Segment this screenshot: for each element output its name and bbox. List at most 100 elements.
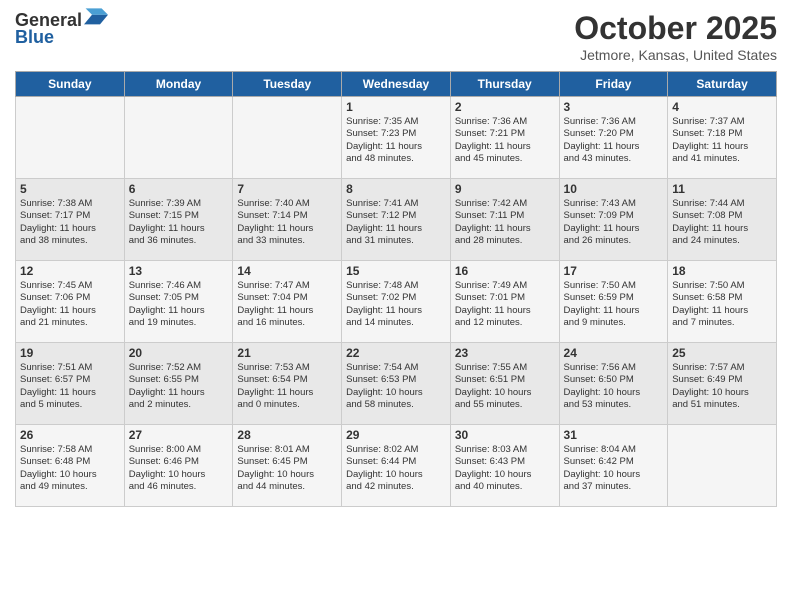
day-number: 10 <box>564 182 664 196</box>
logo-icon <box>84 6 108 30</box>
day-number: 2 <box>455 100 555 114</box>
calendar-cell <box>16 97 125 179</box>
day-info: Sunrise: 7:57 AM Sunset: 6:49 PM Dayligh… <box>672 362 772 411</box>
calendar-cell: 7 Sunrise: 7:40 AM Sunset: 7:14 PM Daylig… <box>233 179 342 261</box>
calendar-cell: 18 Sunrise: 7:50 AM Sunset: 6:58 PM Dayli… <box>668 261 777 343</box>
header-sunday: Sunday <box>16 72 125 97</box>
day-number: 3 <box>564 100 664 114</box>
day-number: 4 <box>672 100 772 114</box>
day-number: 16 <box>455 264 555 278</box>
header: General Blue October 2025 Jetmore, Kansa… <box>15 10 777 63</box>
day-info: Sunrise: 8:04 AM Sunset: 6:42 PM Dayligh… <box>564 444 664 493</box>
day-info: Sunrise: 7:52 AM Sunset: 6:55 PM Dayligh… <box>129 362 229 411</box>
header-tuesday: Tuesday <box>233 72 342 97</box>
day-number: 22 <box>346 346 446 360</box>
day-info: Sunrise: 7:44 AM Sunset: 7:08 PM Dayligh… <box>672 198 772 247</box>
calendar-cell: 21 Sunrise: 7:53 AM Sunset: 6:54 PM Dayli… <box>233 343 342 425</box>
day-info: Sunrise: 7:39 AM Sunset: 7:15 PM Dayligh… <box>129 198 229 247</box>
calendar-cell: 11 Sunrise: 7:44 AM Sunset: 7:08 PM Dayli… <box>668 179 777 261</box>
day-number: 5 <box>20 182 120 196</box>
day-info: Sunrise: 8:02 AM Sunset: 6:44 PM Dayligh… <box>346 444 446 493</box>
calendar-week-2: 12 Sunrise: 7:45 AM Sunset: 7:06 PM Dayli… <box>16 261 777 343</box>
day-info: Sunrise: 7:40 AM Sunset: 7:14 PM Dayligh… <box>237 198 337 247</box>
day-number: 28 <box>237 428 337 442</box>
calendar-cell: 19Sunrise: 7:51 AM Sunset: 6:57 PM Dayli… <box>16 343 125 425</box>
calendar-cell: 4 Sunrise: 7:37 AM Sunset: 7:18 PM Daylig… <box>668 97 777 179</box>
calendar-cell: 22 Sunrise: 7:54 AM Sunset: 6:53 PM Dayli… <box>342 343 451 425</box>
day-info: Sunrise: 7:43 AM Sunset: 7:09 PM Dayligh… <box>564 198 664 247</box>
location: Jetmore, Kansas, United States <box>574 47 777 63</box>
day-number: 11 <box>672 182 772 196</box>
day-info: Sunrise: 7:36 AM Sunset: 7:21 PM Dayligh… <box>455 116 555 165</box>
day-number: 12 <box>20 264 120 278</box>
day-info: Sunrise: 7:50 AM Sunset: 6:58 PM Dayligh… <box>672 280 772 329</box>
calendar-cell: 17Sunrise: 7:50 AM Sunset: 6:59 PM Dayli… <box>559 261 668 343</box>
calendar-cell: 24 Sunrise: 7:56 AM Sunset: 6:50 PM Dayli… <box>559 343 668 425</box>
day-info: Sunrise: 7:56 AM Sunset: 6:50 PM Dayligh… <box>564 362 664 411</box>
day-number: 1 <box>346 100 446 114</box>
day-info: Sunrise: 7:38 AM Sunset: 7:17 PM Dayligh… <box>20 198 120 247</box>
calendar-cell: 28 Sunrise: 8:01 AM Sunset: 6:45 PM Dayli… <box>233 425 342 507</box>
day-info: Sunrise: 7:49 AM Sunset: 7:01 PM Dayligh… <box>455 280 555 329</box>
calendar-cell: 15Sunrise: 7:48 AM Sunset: 7:02 PM Dayli… <box>342 261 451 343</box>
day-info: Sunrise: 7:53 AM Sunset: 6:54 PM Dayligh… <box>237 362 337 411</box>
calendar-cell: 29 Sunrise: 8:02 AM Sunset: 6:44 PM Dayli… <box>342 425 451 507</box>
calendar-header-row: Sunday Monday Tuesday Wednesday Thursday… <box>16 72 777 97</box>
day-number: 14 <box>237 264 337 278</box>
calendar: Sunday Monday Tuesday Wednesday Thursday… <box>15 71 777 507</box>
day-number: 6 <box>129 182 229 196</box>
day-info: Sunrise: 7:51 AM Sunset: 6:57 PM Dayligh… <box>20 362 120 411</box>
day-number: 18 <box>672 264 772 278</box>
day-number: 9 <box>455 182 555 196</box>
calendar-cell: 20 Sunrise: 7:52 AM Sunset: 6:55 PM Dayli… <box>124 343 233 425</box>
day-number: 27 <box>129 428 229 442</box>
calendar-cell: 2 Sunrise: 7:36 AM Sunset: 7:21 PM Daylig… <box>450 97 559 179</box>
day-number: 21 <box>237 346 337 360</box>
calendar-cell: 1Sunrise: 7:35 AM Sunset: 7:23 PM Daylig… <box>342 97 451 179</box>
day-number: 17 <box>564 264 664 278</box>
calendar-cell: 30 Sunrise: 8:03 AM Sunset: 6:43 PM Dayli… <box>450 425 559 507</box>
calendar-cell <box>233 97 342 179</box>
calendar-cell: 6 Sunrise: 7:39 AM Sunset: 7:15 PM Daylig… <box>124 179 233 261</box>
header-saturday: Saturday <box>668 72 777 97</box>
title-section: October 2025 Jetmore, Kansas, United Sta… <box>574 10 777 63</box>
day-info: Sunrise: 7:36 AM Sunset: 7:20 PM Dayligh… <box>564 116 664 165</box>
calendar-cell: 8Sunrise: 7:41 AM Sunset: 7:12 PM Daylig… <box>342 179 451 261</box>
calendar-cell: 31Sunrise: 8:04 AM Sunset: 6:42 PM Dayli… <box>559 425 668 507</box>
day-info: Sunrise: 7:45 AM Sunset: 7:06 PM Dayligh… <box>20 280 120 329</box>
day-info: Sunrise: 8:03 AM Sunset: 6:43 PM Dayligh… <box>455 444 555 493</box>
calendar-cell <box>124 97 233 179</box>
day-info: Sunrise: 7:58 AM Sunset: 6:48 PM Dayligh… <box>20 444 120 493</box>
calendar-cell <box>668 425 777 507</box>
calendar-week-4: 26 Sunrise: 7:58 AM Sunset: 6:48 PM Dayli… <box>16 425 777 507</box>
day-info: Sunrise: 8:00 AM Sunset: 6:46 PM Dayligh… <box>129 444 229 493</box>
calendar-cell: 14 Sunrise: 7:47 AM Sunset: 7:04 PM Dayli… <box>233 261 342 343</box>
header-thursday: Thursday <box>450 72 559 97</box>
day-number: 7 <box>237 182 337 196</box>
calendar-cell: 3 Sunrise: 7:36 AM Sunset: 7:20 PM Daylig… <box>559 97 668 179</box>
day-number: 25 <box>672 346 772 360</box>
calendar-cell: 12 Sunrise: 7:45 AM Sunset: 7:06 PM Dayli… <box>16 261 125 343</box>
calendar-cell: 26 Sunrise: 7:58 AM Sunset: 6:48 PM Dayli… <box>16 425 125 507</box>
logo: General Blue <box>15 10 108 48</box>
header-wednesday: Wednesday <box>342 72 451 97</box>
calendar-cell: 10 Sunrise: 7:43 AM Sunset: 7:09 PM Dayli… <box>559 179 668 261</box>
day-info: Sunrise: 7:47 AM Sunset: 7:04 PM Dayligh… <box>237 280 337 329</box>
calendar-week-3: 19Sunrise: 7:51 AM Sunset: 6:57 PM Dayli… <box>16 343 777 425</box>
day-number: 29 <box>346 428 446 442</box>
calendar-cell: 23Sunrise: 7:55 AM Sunset: 6:51 PM Dayli… <box>450 343 559 425</box>
day-number: 24 <box>564 346 664 360</box>
calendar-cell: 27 Sunrise: 8:00 AM Sunset: 6:46 PM Dayli… <box>124 425 233 507</box>
day-number: 13 <box>129 264 229 278</box>
calendar-cell: 9Sunrise: 7:42 AM Sunset: 7:11 PM Daylig… <box>450 179 559 261</box>
day-info: Sunrise: 7:37 AM Sunset: 7:18 PM Dayligh… <box>672 116 772 165</box>
day-number: 26 <box>20 428 120 442</box>
header-friday: Friday <box>559 72 668 97</box>
calendar-week-1: 5 Sunrise: 7:38 AM Sunset: 7:17 PM Daylig… <box>16 179 777 261</box>
day-info: Sunrise: 7:54 AM Sunset: 6:53 PM Dayligh… <box>346 362 446 411</box>
day-number: 15 <box>346 264 446 278</box>
day-number: 8 <box>346 182 446 196</box>
day-number: 20 <box>129 346 229 360</box>
day-info: Sunrise: 8:01 AM Sunset: 6:45 PM Dayligh… <box>237 444 337 493</box>
day-number: 30 <box>455 428 555 442</box>
